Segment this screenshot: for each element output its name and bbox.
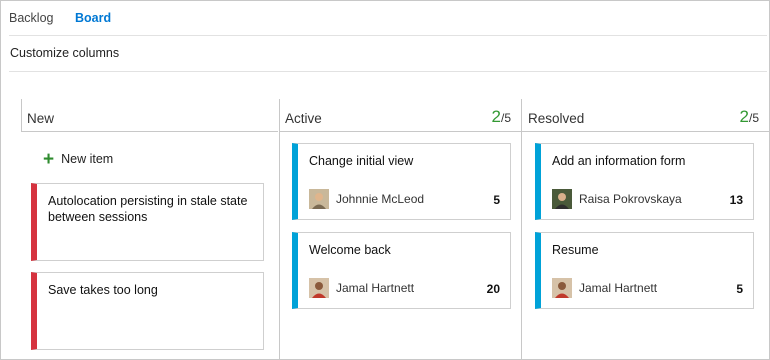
view-tabs: Backlog Board <box>1 1 769 35</box>
card-title: Save takes too long <box>48 283 158 297</box>
work-item-card[interactable]: Welcome back Jamal Hartnett 20 <box>292 232 511 309</box>
card-title: Autolocation persisting in stale state b… <box>48 194 248 224</box>
effort-value: 13 <box>729 193 743 207</box>
column-title: Resolved <box>528 111 585 126</box>
column-header-new: New <box>21 99 278 132</box>
wip-current: 2 <box>739 107 749 126</box>
board-window: Backlog Board Customize columns New Acti… <box>0 0 770 360</box>
card-title: Resume <box>552 243 599 257</box>
assignee[interactable]: Jamal Hartnett <box>309 278 414 298</box>
person-avatar-icon <box>309 189 329 209</box>
assignee[interactable]: Johnnie McLeod <box>309 189 424 209</box>
card-title: Welcome back <box>309 243 391 257</box>
column-header-active: Active 2/5 <box>279 99 521 132</box>
wip-limit: /5 <box>500 111 511 125</box>
column-divider <box>21 99 22 131</box>
wip-count: 2/5 <box>740 107 759 127</box>
person-avatar-icon <box>552 189 572 209</box>
column-title: Active <box>285 111 322 126</box>
divider <box>9 71 767 72</box>
effort-value: 5 <box>736 282 743 296</box>
wip-limit: /5 <box>748 111 759 125</box>
work-item-card[interactable]: Resume Jamal Hartnett 5 <box>535 232 754 309</box>
work-item-card[interactable]: Add an information form Raisa Pokrovskay… <box>535 143 754 220</box>
assignee-name: Raisa Pokrovskaya <box>579 192 682 206</box>
column-divider <box>279 99 280 359</box>
card-title: Add an information form <box>552 154 686 168</box>
work-item-card[interactable]: Change initial view Johnnie McLeod 5 <box>292 143 511 220</box>
effort-value: 20 <box>486 282 500 296</box>
card-title: Change initial view <box>309 154 414 168</box>
assignee-name: Jamal Hartnett <box>336 281 415 295</box>
assignee[interactable]: Jamal Hartnett <box>552 278 657 298</box>
person-avatar-icon <box>309 278 329 298</box>
work-item-card[interactable]: Autolocation persisting in stale state b… <box>31 183 264 261</box>
new-item-label: New item <box>61 152 114 166</box>
person-avatar-icon <box>552 278 572 298</box>
customize-columns-link[interactable]: Customize columns <box>10 46 119 60</box>
plus-icon: + <box>43 149 55 170</box>
tab-backlog[interactable]: Backlog <box>9 11 53 25</box>
effort-value: 5 <box>493 193 500 207</box>
assignee-name: Jamal Hartnett <box>579 281 658 295</box>
work-item-card[interactable]: Save takes too long <box>31 272 264 350</box>
assignee-name: Johnnie McLeod <box>336 192 425 206</box>
wip-count: 2/5 <box>492 107 511 127</box>
column-title: New <box>27 111 55 126</box>
column-divider <box>521 99 522 359</box>
new-item-button[interactable]: + New item <box>43 149 113 171</box>
assignee[interactable]: Raisa Pokrovskaya <box>552 189 682 209</box>
column-header-resolved: Resolved 2/5 <box>522 99 769 132</box>
wip-current: 2 <box>491 107 501 126</box>
tab-board[interactable]: Board <box>75 11 111 25</box>
divider <box>9 35 767 36</box>
